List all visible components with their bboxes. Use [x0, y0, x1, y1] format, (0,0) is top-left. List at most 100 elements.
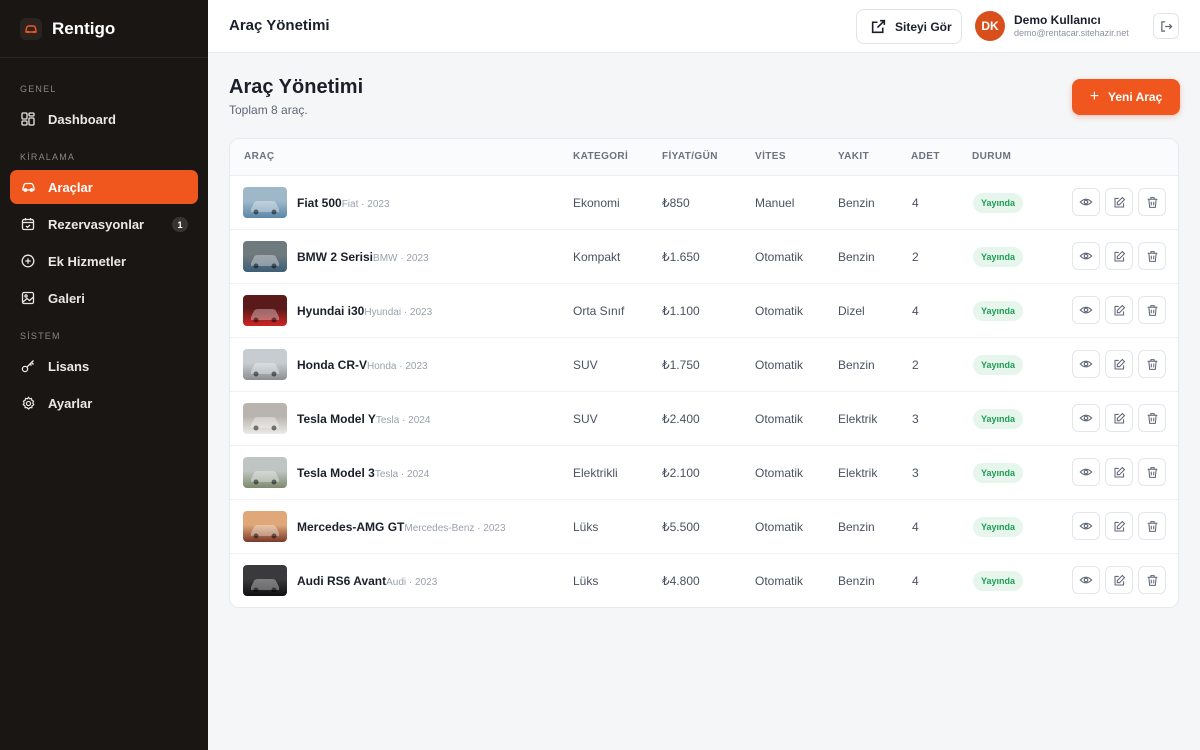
view-site-button[interactable]: Siteyi Gör	[856, 9, 962, 44]
vehicle-brand-year: Tesla · 2024	[374, 469, 430, 480]
sidebar-item-ek-hizmetler[interactable]: Ek Hizmetler	[10, 244, 198, 278]
sidebar-item-ayarlar[interactable]: Ayarlar	[10, 386, 198, 420]
eye-icon	[1079, 249, 1093, 263]
page-title: Araç Yönetimi	[229, 76, 364, 98]
sidebar-item-dashboard[interactable]: Dashboard	[10, 102, 198, 136]
vehicle-name: Hyundai i30Hyundai · 2023	[297, 304, 432, 318]
vehicle-quantity: 2	[912, 250, 919, 264]
table-row: Audi RS6 AvantAudi · 2023 Lüks ₺4.800 Otoma…	[230, 554, 1178, 607]
edit-button[interactable]	[1105, 296, 1133, 324]
vehicle-category: Lüks	[573, 574, 599, 588]
status-badge: Yayında	[973, 355, 1024, 375]
eye-icon	[1079, 465, 1093, 479]
table-row: BMW 2 SerisiBMW · 2023 Kompakt ₺1.650 Otoma…	[230, 230, 1178, 284]
vehicle-quantity: 4	[912, 574, 919, 588]
sidebar-item-label: Lisans	[48, 358, 90, 374]
vehicle-name: Tesla Model 3Tesla · 2024	[297, 466, 429, 480]
vehicle-brand-year: Audi · 2023	[386, 577, 438, 588]
sidebar-item-label: Rezervasyonlar	[48, 216, 145, 232]
vehicle-brand-year: Fiat · 2023	[341, 199, 390, 210]
sidebar-item-galeri[interactable]: Galeri	[10, 281, 198, 315]
vehicle-brand-year: Mercedes-Benz · 2023	[404, 523, 506, 534]
brand[interactable]: Rentigo	[0, 0, 208, 58]
vehicle-fuel: Elektrik	[838, 412, 878, 426]
vehicle-category: Orta Sınıf	[573, 304, 625, 318]
view-button[interactable]	[1072, 242, 1100, 270]
trash-icon	[1146, 250, 1159, 263]
column-header-category: KATEGORİ	[573, 151, 629, 162]
vehicle-price: ₺2.400	[662, 412, 700, 426]
vehicle-model: Honda CR-V	[297, 358, 367, 372]
vehicle-model: Fiat 500	[297, 196, 342, 210]
vehicle-transmission: Otomatik	[755, 304, 804, 318]
avatar[interactable]: DK	[975, 11, 1005, 41]
edit-button[interactable]	[1105, 458, 1133, 486]
edit-button[interactable]	[1105, 404, 1133, 432]
vehicle-quantity: 4	[912, 196, 919, 210]
delete-button[interactable]	[1138, 458, 1166, 486]
edit-button[interactable]	[1105, 566, 1133, 594]
view-button[interactable]	[1072, 566, 1100, 594]
logout-button[interactable]	[1153, 13, 1179, 39]
vehicle-quantity: 4	[912, 520, 919, 534]
user-name: Demo Kullanıcı	[1014, 13, 1101, 27]
vehicle-thumbnail	[243, 241, 287, 272]
vehicle-transmission: Otomatik	[755, 466, 804, 480]
vehicle-model: BMW 2 Serisi	[297, 250, 374, 264]
table-row: Mercedes-AMG GTMercedes-Benz · 2023 Lüks ₺…	[230, 500, 1178, 554]
edit-icon	[1113, 250, 1126, 263]
status-badge: Yayında	[973, 463, 1024, 483]
sidebar-item-label: Araçlar	[48, 179, 93, 195]
trash-icon	[1146, 574, 1159, 587]
topbar: Araç Yönetimi Siteyi Gör DK Demo Kullanı…	[208, 0, 1200, 53]
vehicle-thumbnail	[243, 457, 287, 488]
vehicle-transmission: Otomatik	[755, 412, 804, 426]
table-row: Hyundai i30Hyundai · 2023 Orta Sınıf ₺1.10…	[230, 284, 1178, 338]
view-button[interactable]	[1072, 188, 1100, 216]
new-vehicle-button[interactable]: + Yeni Araç	[1072, 79, 1180, 115]
delete-button[interactable]	[1138, 188, 1166, 216]
view-button[interactable]	[1072, 404, 1100, 432]
edit-button[interactable]	[1105, 350, 1133, 378]
delete-button[interactable]	[1138, 296, 1166, 324]
delete-button[interactable]	[1138, 512, 1166, 540]
edit-button[interactable]	[1105, 188, 1133, 216]
delete-button[interactable]	[1138, 350, 1166, 378]
car-icon	[20, 179, 36, 195]
view-button[interactable]	[1072, 296, 1100, 324]
car-logo-icon	[20, 17, 42, 40]
column-header-fuel: YAKIT	[838, 151, 870, 162]
vehicle-name: Mercedes-AMG GTMercedes-Benz · 2023	[297, 520, 506, 534]
image-icon	[20, 290, 36, 306]
brand-name: Rentigo	[52, 18, 116, 38]
view-button[interactable]	[1072, 350, 1100, 378]
sidebar-item-araclar[interactable]: Araçlar	[10, 170, 198, 204]
edit-icon	[1113, 196, 1126, 209]
trash-icon	[1146, 358, 1159, 371]
vehicle-category: Elektrikli	[573, 466, 618, 480]
table-header: ARAÇ KATEGORİ FİYAT/GÜN VİTES YAKIT ADET…	[230, 139, 1178, 176]
vehicle-model: Tesla Model Y	[297, 412, 376, 426]
sidebar-item-lisans[interactable]: Lisans	[10, 349, 198, 383]
sidebar-item-rezervasyonlar[interactable]: Rezervasyonlar 1	[10, 207, 198, 241]
vehicle-brand-year: Hyundai · 2023	[364, 307, 433, 318]
vehicle-transmission: Otomatik	[755, 520, 804, 534]
vehicle-transmission: Otomatik	[755, 574, 804, 588]
vehicle-model: Hyundai i30	[297, 304, 365, 318]
edit-button[interactable]	[1105, 242, 1133, 270]
delete-button[interactable]	[1138, 404, 1166, 432]
edit-icon	[1113, 304, 1126, 317]
delete-button[interactable]	[1138, 566, 1166, 594]
delete-button[interactable]	[1138, 242, 1166, 270]
vehicle-transmission: Otomatik	[755, 250, 804, 264]
column-header-transmission: VİTES	[755, 151, 786, 162]
view-site-label: Siteyi Gör	[895, 19, 952, 34]
vehicle-fuel: Benzin	[838, 358, 875, 372]
column-header-vehicle: ARAÇ	[244, 151, 275, 162]
vehicle-thumbnail	[243, 349, 287, 380]
edit-button[interactable]	[1105, 512, 1133, 540]
sidebar: Rentigo GENEL Dashboard KİRALAMA Araçlar…	[0, 0, 208, 750]
view-button[interactable]	[1072, 458, 1100, 486]
reservation-count-badge: 1	[172, 217, 188, 232]
view-button[interactable]	[1072, 512, 1100, 540]
